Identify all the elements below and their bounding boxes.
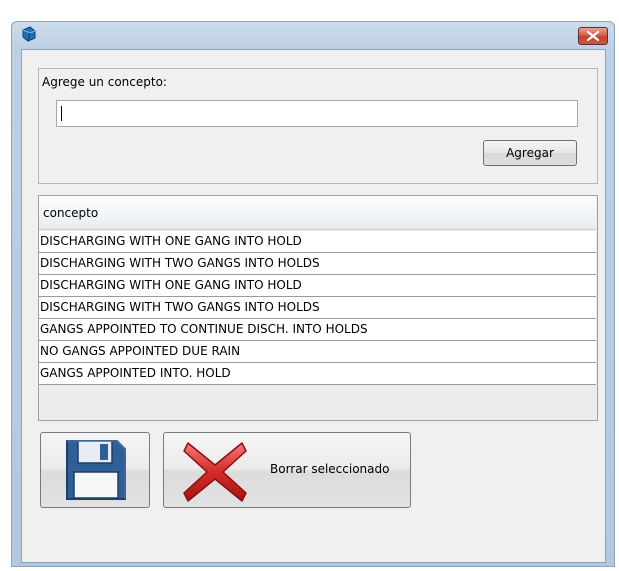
add-concept-label: Agrege un concepto: xyxy=(42,75,167,89)
table-row[interactable]: GANGS APPOINTED TO CONTINUE DISCH. INTO … xyxy=(39,319,596,341)
dialog-client-area: Agrege un concepto: Agregar concepto DIS… xyxy=(21,49,606,563)
table-row[interactable]: NO GANGS APPOINTED DUE RAIN xyxy=(39,341,596,363)
dialog-window: Agrege un concepto: Agregar concepto DIS… xyxy=(11,21,615,567)
red-x-icon xyxy=(183,442,247,502)
close-button[interactable] xyxy=(578,27,608,45)
column-header-concepto[interactable]: concepto xyxy=(39,206,98,220)
app-icon xyxy=(21,26,37,42)
save-button[interactable] xyxy=(40,432,150,508)
table-row[interactable]: DISCHARGING WITH ONE GANG INTO HOLD xyxy=(39,231,596,253)
close-icon xyxy=(587,31,599,41)
floppy-disk-icon xyxy=(66,440,126,500)
add-concept-group: Agrege un concepto: Agregar xyxy=(38,68,598,184)
table-row[interactable]: DISCHARGING WITH TWO GANGS INTO HOLDS xyxy=(39,253,596,275)
concepts-grid[interactable]: concepto DISCHARGING WITH ONE GANG INTO … xyxy=(38,195,598,421)
grid-header: concepto xyxy=(39,196,596,230)
table-row[interactable]: DISCHARGING WITH ONE GANG INTO HOLD xyxy=(39,275,596,297)
concept-input[interactable] xyxy=(56,100,578,127)
title-bar[interactable] xyxy=(12,22,614,49)
delete-selected-button[interactable]: Borrar seleccionado xyxy=(163,432,411,508)
text-caret xyxy=(61,106,62,121)
table-row[interactable]: GANGS APPOINTED INTO. HOLD xyxy=(39,363,596,385)
delete-selected-label: Borrar seleccionado xyxy=(270,462,390,476)
add-button[interactable]: Agregar xyxy=(483,140,577,166)
grid-rows: DISCHARGING WITH ONE GANG INTO HOLD DISC… xyxy=(39,231,596,385)
table-row[interactable]: DISCHARGING WITH TWO GANGS INTO HOLDS xyxy=(39,297,596,319)
